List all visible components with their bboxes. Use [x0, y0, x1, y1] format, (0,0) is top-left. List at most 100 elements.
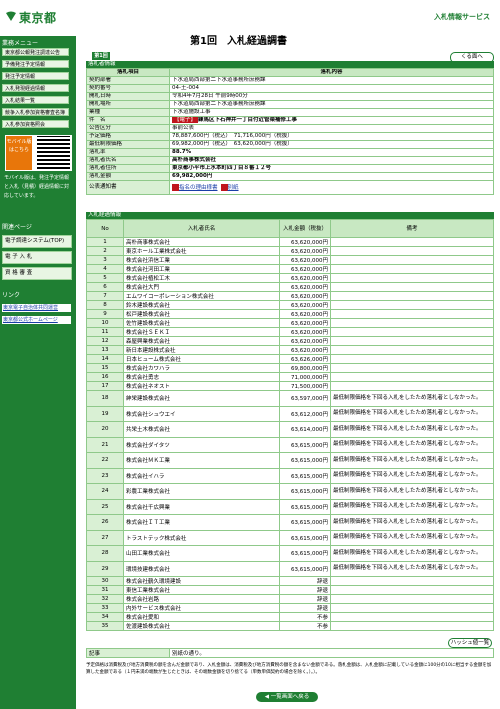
- bid-note: [330, 300, 494, 310]
- bidder-name: 株式会社ネオスト: [123, 381, 280, 391]
- awardee-value: 04-土-004: [169, 84, 494, 93]
- bid-note: [330, 372, 494, 382]
- bidder-row: 4 株式会社河田工業 63,620,000円: [86, 264, 494, 274]
- nav-item-5[interactable]: 競争入札参加資格審査名簿: [2, 108, 69, 116]
- bidder-name: 株式会社大門: [123, 282, 280, 292]
- awardee-value: 下水道局西部第二下水道事務所庶務課: [169, 76, 494, 85]
- bidder-name: 松戸建設株式会社: [123, 309, 280, 319]
- bid-amount: 63,615,000円: [279, 529, 331, 546]
- bidder-row: 25 株式会社千広興業 63,615,000円 最低制限価格を下回る入札をしたため落札…: [86, 498, 494, 515]
- bidder-no: 8: [86, 300, 124, 310]
- awardee-value: 下水道局西部第二下水道事務所庶務課: [169, 100, 494, 109]
- awardee-value: 下水道施設工事: [169, 108, 494, 117]
- bid-amount: 63,615,000円: [279, 436, 331, 453]
- bidder-no: 34: [86, 612, 124, 622]
- bid-note: [330, 381, 494, 391]
- bid-amount: 63,620,000円: [279, 264, 331, 274]
- nav-item-0[interactable]: 東京都公報発注調達公告: [2, 48, 69, 56]
- nav-item-4[interactable]: 入札結果一覧: [2, 96, 69, 104]
- bid-note: [330, 336, 494, 346]
- bidder-no: 20: [86, 421, 124, 438]
- bid-amount: 69,800,000円: [279, 363, 331, 373]
- bidder-row: 13 新日本建設株式会社 63,620,000円: [86, 345, 494, 355]
- bidder-no: 3: [86, 255, 124, 265]
- awardee-section-title: 落札者情報: [86, 61, 494, 68]
- notice-link[interactable]: 指名の理由様書: [179, 185, 218, 191]
- attachment-link[interactable]: 別紙: [228, 185, 239, 191]
- bidder-row: 28 山田工業株式会社 63,615,000円 最低制限価格を下回る入札をしたため落札…: [86, 545, 494, 562]
- bid-amount: 63,620,000円: [279, 318, 331, 328]
- mobile-banner[interactable]: モバイル版はこちら: [5, 135, 72, 171]
- col-content: 落札内容: [169, 68, 494, 77]
- awardee-label: 落札金額: [86, 172, 170, 181]
- bid-amount: 63,614,000円: [279, 421, 331, 438]
- hash-list-button[interactable]: ハッシュ値一覧: [448, 638, 492, 648]
- bid-note: [330, 345, 494, 355]
- link-e-government[interactable]: 東京電子自治体共同運営: [2, 304, 71, 312]
- awardee-value: 【電子】 練馬区下石神井一丁目付近管渠補修工事: [169, 116, 494, 125]
- bid-note: [330, 612, 494, 622]
- bid-note: [330, 621, 494, 631]
- bid-note: 最低制限価格を下回る入札をしたため落札者としなかった。: [330, 436, 494, 453]
- awardee-row: 業種 下水道施設工事: [86, 108, 494, 117]
- bidder-name: 株式会社ＭＫ工業: [123, 452, 280, 469]
- bid-amount: 不参: [279, 612, 331, 622]
- bid-note: [330, 291, 494, 301]
- bid-note: [330, 318, 494, 328]
- bidder-name: 高朴商事株式会社: [123, 237, 280, 247]
- links-title: 関連ページ: [2, 224, 32, 231]
- bidder-name: 東信工業株式会社: [123, 585, 280, 595]
- bid-amount: 63,615,000円: [279, 467, 331, 484]
- awardee-value: 高朴商事株式会社: [169, 156, 494, 165]
- link-e-bid[interactable]: 電 子 入 札: [2, 251, 72, 264]
- bidder-row: 26 株式会社ＩＴ工業 63,615,000円 最低制限価格を下回る入札をしたため落札…: [86, 514, 494, 531]
- awardee-row: 公表通知書 指名の理由様書 別紙: [86, 180, 494, 195]
- back-to-list-button[interactable]: ◀ 一覧画面へ戻る: [256, 692, 318, 702]
- bidder-row: 33 内外サービス株式会社 辞退: [86, 603, 494, 613]
- bidder-row: 15 株式会社カワハラ 69,800,000円: [86, 363, 494, 373]
- bid-note: 最低制限価格を下回る入札をしたため落札者としなかった。: [330, 545, 494, 562]
- bid-note: 最低制限価格を下回る入札をしたため落札者としなかった。: [330, 514, 494, 531]
- awardee-value: 東京都小平市上水本町四丁目８番１２号: [169, 164, 494, 173]
- bidder-name: エムワイコーポレーション株式会社: [123, 291, 280, 301]
- bid-note: 最低制限価格を下回る入札をしたため落札者としなかった。: [330, 421, 494, 438]
- bidder-no: 13: [86, 345, 124, 355]
- awardee-value: 事前公表: [169, 124, 494, 133]
- subject-text: 練馬区下石神井一丁目付近管渠補修工事: [198, 117, 298, 124]
- nav-item-6[interactable]: 入札参加資格照会: [2, 120, 69, 128]
- bidder-no: 27: [86, 529, 124, 546]
- bid-amount: 63,615,000円: [279, 498, 331, 515]
- bidder-row: 19 株式会社シュウエイ 63,612,000円 最低制限価格を下回る入札をしたため落…: [86, 405, 494, 422]
- nav-item-1[interactable]: 予備発注予定情報: [2, 60, 69, 68]
- awardee-row: 予定価格 78,887,600円（税込） 71,716,000円（税抜）: [86, 132, 494, 141]
- bid-note: 最低制限価格を下回る入札をしたため落札者としなかった。: [330, 390, 494, 407]
- nav-item-3[interactable]: 入札発現経過情報: [2, 84, 69, 92]
- awardee-label: 開札場所: [86, 100, 170, 109]
- related-title: リンク: [2, 292, 21, 299]
- bidder-row: 23 株式会社イハラ 63,615,000円 最低制限価格を下回る入札をしたため落札者…: [86, 467, 494, 484]
- pdf-icon: [220, 183, 228, 191]
- nav-item-2[interactable]: 発注予定情報: [2, 72, 69, 80]
- bid-amount: 63,620,000円: [279, 273, 331, 283]
- bidder-name: 株式会社浜信工業: [123, 255, 280, 265]
- awardee-row: 契約番号 04-土-004: [86, 84, 494, 93]
- bid-note: [330, 237, 494, 247]
- link-qualification[interactable]: 資 格 審 査: [2, 267, 72, 280]
- bid-note: 最低制限価格を下回る入札をしたため落札者としなかった。: [330, 405, 494, 422]
- bidder-no: 35: [86, 621, 124, 631]
- bid-note: [330, 603, 494, 613]
- bidder-name: 株式会社カワハラ: [123, 363, 280, 373]
- link-e-procurement[interactable]: 電子調達システム(TOP): [2, 235, 72, 248]
- pdf-icon: [172, 183, 179, 191]
- bid-amount: 63,620,000円: [279, 237, 331, 247]
- bidder-name: 株式会社ＳＥＫＩ: [123, 327, 280, 337]
- bidder-no: 21: [86, 436, 124, 453]
- bidder-row: 1 高朴商事株式会社 63,620,000円: [86, 237, 494, 247]
- bidder-row: 2 東京ホール工業株式会社 63,620,000円: [86, 246, 494, 256]
- bidder-name: 株式会社ＩＴ工業: [123, 514, 280, 531]
- bidder-no: 24: [86, 483, 124, 500]
- link-tokyo-official[interactable]: 東京都公式ホームページ: [2, 316, 71, 324]
- remark-table: 記事 別紙の通り。: [86, 648, 494, 658]
- page-title: 第1回 入札経過調書: [190, 36, 287, 47]
- tokyo-logo[interactable]: 東京都: [0, 0, 76, 36]
